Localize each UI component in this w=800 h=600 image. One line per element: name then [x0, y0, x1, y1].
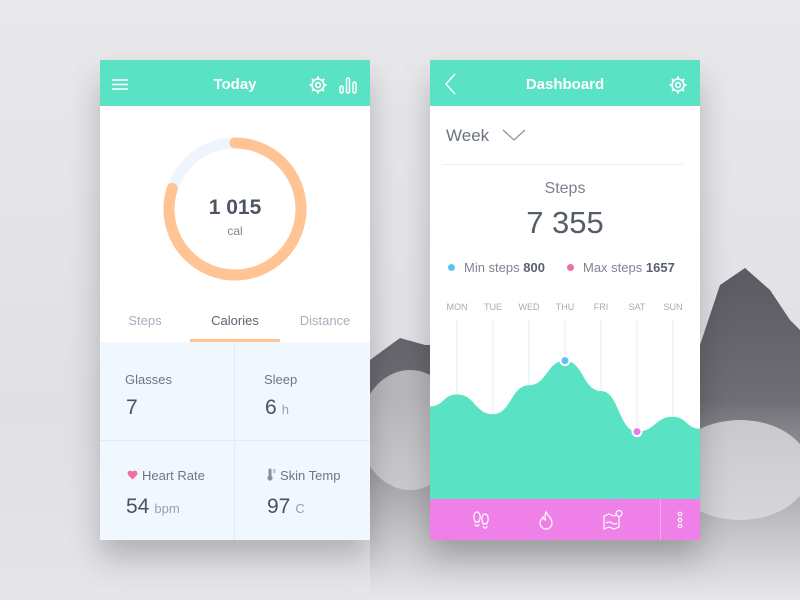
calorie-ring: 1 015 cal	[160, 134, 310, 284]
stat-label: Sleep	[264, 372, 298, 387]
steps-value: 7 355	[526, 205, 604, 240]
period-value: Week	[446, 126, 490, 145]
gear-icon[interactable]	[667, 74, 689, 96]
period-dropdown[interactable]: Week	[446, 126, 526, 146]
stat-value: 97	[267, 495, 291, 518]
legend-min: Min steps 800	[448, 260, 545, 275]
metric-tabs: Steps Calories Distance	[100, 308, 370, 342]
legend-min-value: 800	[523, 260, 545, 275]
divider	[442, 164, 684, 165]
stat-glasses[interactable]: Glasses 7	[100, 342, 235, 441]
stats-grid: Glasses 7 Sleep 6h Heart Rate 54 bpm Skin…	[100, 342, 370, 540]
stat-unit: bpm	[154, 501, 180, 516]
area-series	[430, 360, 700, 500]
legend-min-label: Min steps	[464, 260, 520, 275]
calorie-unit: cal	[227, 224, 243, 238]
today-screen: Today 1 015 cal Steps Calories Distance …	[100, 60, 370, 540]
tab-calories[interactable]: Calories	[190, 308, 280, 342]
more-vertical-icon[interactable]	[669, 509, 691, 531]
flame-icon[interactable]	[535, 509, 557, 531]
stat-label: Glasses	[125, 372, 172, 387]
steps-area-chart	[430, 320, 700, 500]
stat-value: 54	[126, 495, 150, 518]
legend-max: Max steps 1657	[567, 260, 675, 275]
dashboard-header: Dashboard	[430, 60, 700, 106]
gear-icon[interactable]	[307, 74, 329, 96]
page-title: Dashboard	[525, 76, 605, 93]
stat-value: 6	[265, 396, 277, 419]
bottom-nav	[430, 499, 700, 540]
stat-value: 7	[126, 396, 138, 419]
thermometer-icon	[267, 468, 276, 481]
map-icon[interactable]	[602, 509, 624, 531]
divider	[660, 499, 661, 540]
stat-sleep[interactable]: Sleep 6h	[235, 342, 370, 441]
calorie-value: 1 015	[208, 196, 262, 219]
footsteps-icon[interactable]	[470, 509, 492, 531]
tab-distance[interactable]: Distance	[280, 308, 370, 342]
legend-max-value: 1657	[645, 260, 675, 275]
legend-max-label: Max steps	[583, 260, 643, 275]
stat-skin-temp[interactable]: Skin Temp 97 C	[235, 441, 370, 540]
stat-heart-rate[interactable]: Heart Rate 54 bpm	[100, 441, 235, 540]
page-title: Today	[213, 76, 257, 93]
bar-chart-icon[interactable]	[337, 74, 359, 96]
tab-steps[interactable]: Steps	[100, 308, 190, 342]
chevron-down-icon	[502, 129, 526, 141]
stat-label: Skin Temp	[280, 468, 341, 483]
steps-label: Steps	[544, 180, 586, 197]
today-header: Today	[100, 60, 370, 106]
heart-icon	[127, 470, 138, 480]
min-dot-icon	[448, 264, 455, 271]
min-point[interactable]	[631, 426, 643, 438]
stat-unit: C	[295, 501, 305, 516]
max-dot-icon	[567, 264, 574, 271]
stat-unit: h	[281, 402, 289, 417]
max-point[interactable]	[559, 355, 571, 367]
stat-label: Heart Rate	[142, 468, 205, 483]
dashboard-screen: Dashboard Week Steps 7 355 Min steps 800…	[430, 60, 700, 540]
